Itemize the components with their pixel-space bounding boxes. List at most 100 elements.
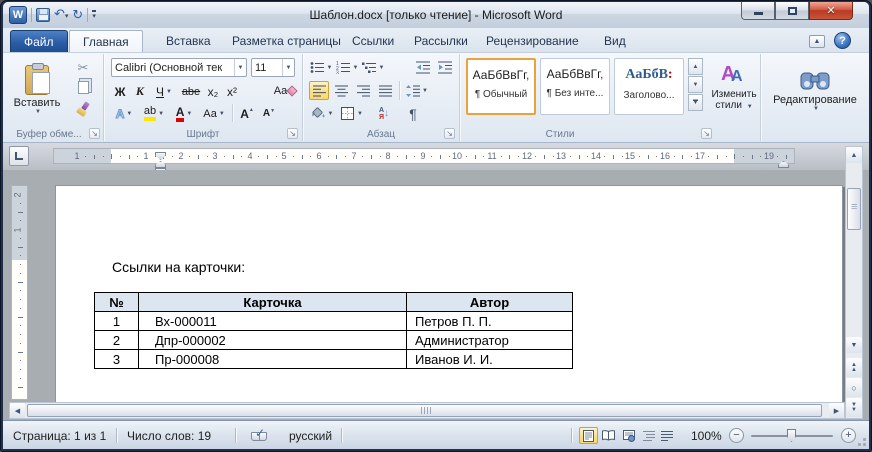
bold-button[interactable]: Ж	[111, 82, 129, 101]
align-right-button[interactable]	[353, 81, 373, 100]
borders-button[interactable]: ▼	[339, 104, 365, 123]
collapse-ribbon-icon[interactable]: ▲	[809, 35, 825, 48]
font-name-combo[interactable]: Calibri (Основной тек ▼	[111, 58, 247, 77]
header-author[interactable]: Автор	[407, 293, 573, 312]
document-text[interactable]: Ссылки на карточки:	[112, 259, 245, 275]
show-marks-button[interactable]: ¶	[403, 104, 423, 123]
vertical-ruler[interactable]: 21	[11, 185, 28, 400]
font-dialog-launcher[interactable]: ↘	[287, 128, 298, 139]
web-layout-view-button[interactable]	[619, 427, 638, 444]
header-card[interactable]: Карточка	[139, 293, 407, 312]
cut-button[interactable]: ✂	[67, 58, 99, 77]
increase-indent-button[interactable]	[435, 58, 455, 77]
document-page[interactable]: Ссылки на карточки: № Карточка Автор 1 В…	[55, 185, 843, 402]
change-styles-button[interactable]: АА Изменитьстили ▼	[710, 58, 758, 118]
cell-card[interactable]: Дпр-000002	[139, 331, 407, 350]
tab-mailings[interactable]: Рассылки	[401, 30, 481, 52]
line-spacing-button[interactable]: ▼	[404, 81, 430, 100]
zoom-out-button[interactable]: −	[729, 428, 744, 443]
justify-button[interactable]	[375, 81, 395, 100]
font-color-button[interactable]: А▼	[171, 104, 197, 123]
page-indicator[interactable]: Страница: 1 из 1	[13, 429, 106, 443]
format-painter-button[interactable]	[67, 99, 99, 118]
next-page-button[interactable]: ▼▼	[846, 398, 862, 417]
cell-card[interactable]: Пр-000008	[139, 350, 407, 369]
style-normal[interactable]: АаБбВвГг, ¶ Обычный	[466, 58, 536, 115]
sort-button[interactable]: АЯ ↓	[373, 104, 395, 123]
multilevel-list-button[interactable]: ▼	[361, 58, 385, 77]
editing-button[interactable]: Редактирование ▼	[767, 58, 863, 122]
fullscreen-reading-view-button[interactable]	[599, 427, 618, 444]
tab-insert[interactable]: Вставка	[153, 30, 224, 52]
zoom-level[interactable]: 100%	[691, 429, 722, 443]
shading-button[interactable]: ▼	[309, 104, 335, 123]
help-button[interactable]: ?	[834, 32, 851, 49]
style-no-spacing[interactable]: АаБбВвГг, ¶ Без инте...	[540, 58, 610, 115]
grow-font-button[interactable]: А▲	[237, 104, 257, 123]
cell-number[interactable]: 1	[95, 312, 139, 331]
tab-file[interactable]: Файл	[10, 30, 68, 52]
vertical-scrollbar[interactable]: ▲ ▼ ▲▲ ○ ▼▼	[845, 146, 863, 419]
outline-view-button[interactable]	[639, 427, 658, 444]
clear-formatting-button[interactable]: Аа	[272, 80, 298, 102]
highlight-color-button[interactable]: ab▼	[140, 104, 168, 123]
print-layout-view-button[interactable]	[579, 427, 598, 444]
tab-page-layout[interactable]: Разметка страницы	[219, 30, 354, 52]
cell-author[interactable]: Петров П. П.	[407, 312, 573, 331]
clipboard-dialog-launcher[interactable]: ↘	[89, 128, 100, 139]
paste-button[interactable]: Вставить ▼	[13, 57, 61, 123]
horizontal-scrollbar[interactable]: ◀ ▶	[9, 402, 845, 419]
align-left-button[interactable]	[309, 81, 329, 100]
decrease-indent-button[interactable]	[413, 58, 433, 77]
close-button[interactable]: ✕	[809, 2, 853, 20]
cell-card[interactable]: Вх-000011	[139, 312, 407, 331]
customize-qat-icon[interactable]: ▾	[92, 10, 96, 20]
draft-view-button[interactable]	[657, 427, 676, 444]
font-size-combo[interactable]: 11 ▼	[251, 58, 295, 77]
subscript-button[interactable]: x₂	[204, 82, 222, 101]
style-heading1[interactable]: АаБбВ: Заголово...	[614, 58, 684, 115]
undo-icon[interactable]: ↶▾	[54, 5, 68, 26]
copy-button[interactable]	[67, 78, 99, 97]
cell-author[interactable]: Администратор	[407, 331, 573, 350]
paragraph-dialog-launcher[interactable]: ↘	[444, 128, 455, 139]
align-center-button[interactable]	[331, 81, 351, 100]
numbering-button[interactable]: 123 ▼	[335, 58, 359, 77]
cell-number[interactable]: 2	[95, 331, 139, 350]
previous-page-button[interactable]: ▲▲	[846, 358, 862, 377]
scroll-right-button[interactable]: ▶	[829, 403, 844, 418]
horizontal-ruler[interactable]: 1123456789101112131415161719	[53, 148, 795, 164]
styles-scroll-up[interactable]: ▲	[688, 58, 703, 75]
header-number[interactable]: №	[95, 293, 139, 312]
minimize-button[interactable]	[741, 2, 775, 20]
styles-gallery-more[interactable]: ▼▬	[688, 94, 703, 111]
tab-references[interactable]: Ссылки	[339, 30, 407, 52]
zoom-slider-thumb[interactable]	[787, 429, 796, 442]
scroll-up-button[interactable]: ▲	[846, 147, 862, 163]
save-icon[interactable]	[36, 8, 50, 22]
proofing-status-button[interactable]: ✓	[251, 429, 268, 442]
select-browse-object-button[interactable]: ○	[846, 378, 862, 397]
superscript-button[interactable]: x²	[223, 82, 241, 101]
bullets-button[interactable]: ▼	[309, 58, 333, 77]
shrink-font-button[interactable]: А▼	[259, 104, 279, 123]
cell-author[interactable]: Иванов И. И.	[407, 350, 573, 369]
tab-home[interactable]: Главная	[69, 30, 143, 52]
horizontal-scroll-thumb[interactable]	[27, 404, 822, 417]
right-indent-marker[interactable]	[778, 161, 789, 168]
title-bar[interactable]: Шаблон.docx [только чтение] - Microsoft …	[3, 2, 869, 28]
vertical-scroll-thumb[interactable]	[847, 188, 861, 230]
word-logo-icon[interactable]: W	[9, 6, 27, 24]
strikethrough-button[interactable]: abe	[179, 82, 203, 101]
tab-review[interactable]: Рецензирование	[473, 30, 592, 52]
word-count[interactable]: Число слов: 19	[127, 429, 211, 443]
redo-icon[interactable]: ↻	[72, 6, 83, 24]
styles-dialog-launcher[interactable]: ↘	[701, 128, 712, 139]
scroll-left-button[interactable]: ◀	[10, 403, 25, 418]
text-effects-button[interactable]: А▼	[111, 104, 137, 123]
underline-button[interactable]: Ч▼	[151, 82, 177, 101]
change-case-button[interactable]: Аа▼	[200, 104, 228, 123]
cell-number[interactable]: 3	[95, 350, 139, 369]
tab-selector-button[interactable]	[9, 146, 29, 166]
scroll-down-button[interactable]: ▼	[846, 337, 862, 353]
